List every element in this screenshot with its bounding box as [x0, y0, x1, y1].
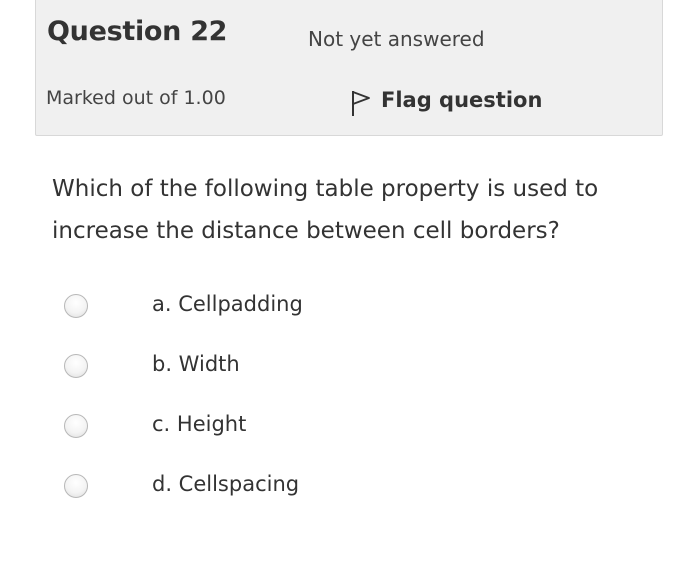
flag-question-button[interactable]: Flag question — [350, 83, 542, 117]
answer-c-label[interactable]: c. Height — [152, 412, 246, 436]
answer-option-b[interactable]: b. Width — [0, 340, 700, 390]
answer-c-radio[interactable] — [64, 414, 88, 438]
answer-d-label[interactable]: d. Cellspacing — [152, 472, 299, 496]
answer-option-a[interactable]: a. Cellpadding — [0, 280, 700, 330]
answer-d-radio[interactable] — [64, 474, 88, 498]
question-state: Not yet answered — [308, 27, 485, 51]
flag-icon — [352, 91, 370, 116]
answer-b-label[interactable]: b. Width — [152, 352, 240, 376]
answer-a-label[interactable]: a. Cellpadding — [152, 292, 303, 316]
question-number: Question 22 — [47, 16, 228, 47]
question-grade: Marked out of 1.00 — [46, 87, 226, 109]
answer-a-radio[interactable] — [64, 294, 88, 318]
answer-option-c[interactable]: c. Height — [0, 400, 700, 450]
answer-b-radio[interactable] — [64, 354, 88, 378]
question-info-panel: Question 22 Not yet answered Marked out … — [35, 0, 663, 136]
answer-option-d[interactable]: d. Cellspacing — [0, 460, 700, 510]
flag-question-label: Flag question — [381, 88, 543, 112]
question-text: Which of the following table property is… — [52, 176, 599, 244]
